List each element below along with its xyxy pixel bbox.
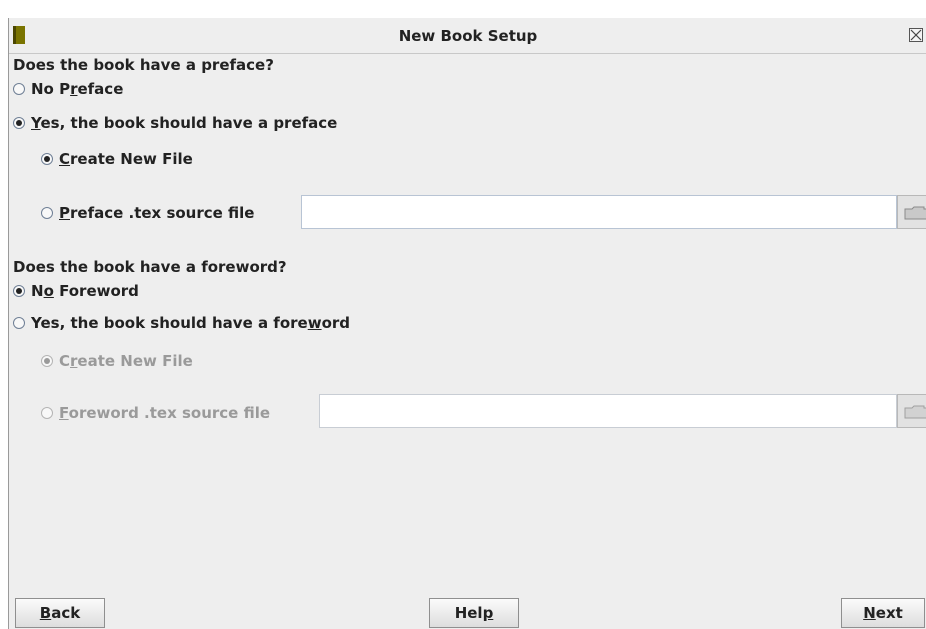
dialog-window: New Book Setup Does the book have a pref… [8,18,926,629]
radio-indicator [41,207,53,219]
radio-label: No Foreword [31,282,139,300]
foreword-browse-button [897,394,926,428]
preface-source-file-radio[interactable]: Preface .tex source file [41,204,254,222]
yes-preface-radio[interactable]: Yes, the book should have a preface [13,114,337,132]
radio-label: No Preface [31,80,124,98]
radio-indicator [41,355,53,367]
next-button[interactable]: Next [841,598,925,628]
yes-foreword-radio[interactable]: Yes, the book should have a foreword [13,314,350,332]
radio-label: Yes, the book should have a preface [31,114,338,132]
radio-indicator [13,83,25,95]
radio-indicator [41,153,53,165]
radio-label: Create New File [59,352,193,370]
preface-create-new-radio[interactable]: Create New File [41,150,193,168]
radio-label: Preface .tex source file [59,204,255,222]
no-preface-radio[interactable]: No Preface [13,80,123,98]
title-bar[interactable]: New Book Setup [9,18,926,54]
radio-label: Foreword .tex source file [59,404,271,422]
back-button[interactable]: Back [15,598,105,628]
content-panel: Does the book have a preface? No Preface… [9,54,926,594]
foreword-source-input [319,394,897,428]
foreword-source-file-radio: Foreword .tex source file [41,404,270,422]
preface-source-input[interactable] [301,195,897,229]
radio-indicator [13,317,25,329]
preface-question: Does the book have a preface? [13,56,274,74]
foreword-question: Does the book have a foreword? [13,258,287,276]
no-foreword-radio[interactable]: No Foreword [13,282,139,300]
radio-label: Yes, the book should have a foreword [31,314,351,332]
folder-icon [904,206,926,220]
radio-indicator [41,407,53,419]
window-title: New Book Setup [398,27,538,45]
folder-icon [904,405,926,419]
close-button[interactable] [909,28,923,42]
help-button[interactable]: Help [429,598,519,628]
foreword-create-new-radio: Create New File [41,352,193,370]
radio-indicator [13,285,25,297]
close-icon [910,29,922,41]
radio-indicator [13,117,25,129]
radio-label: Create New File [59,150,193,168]
preface-browse-button[interactable] [897,195,926,229]
